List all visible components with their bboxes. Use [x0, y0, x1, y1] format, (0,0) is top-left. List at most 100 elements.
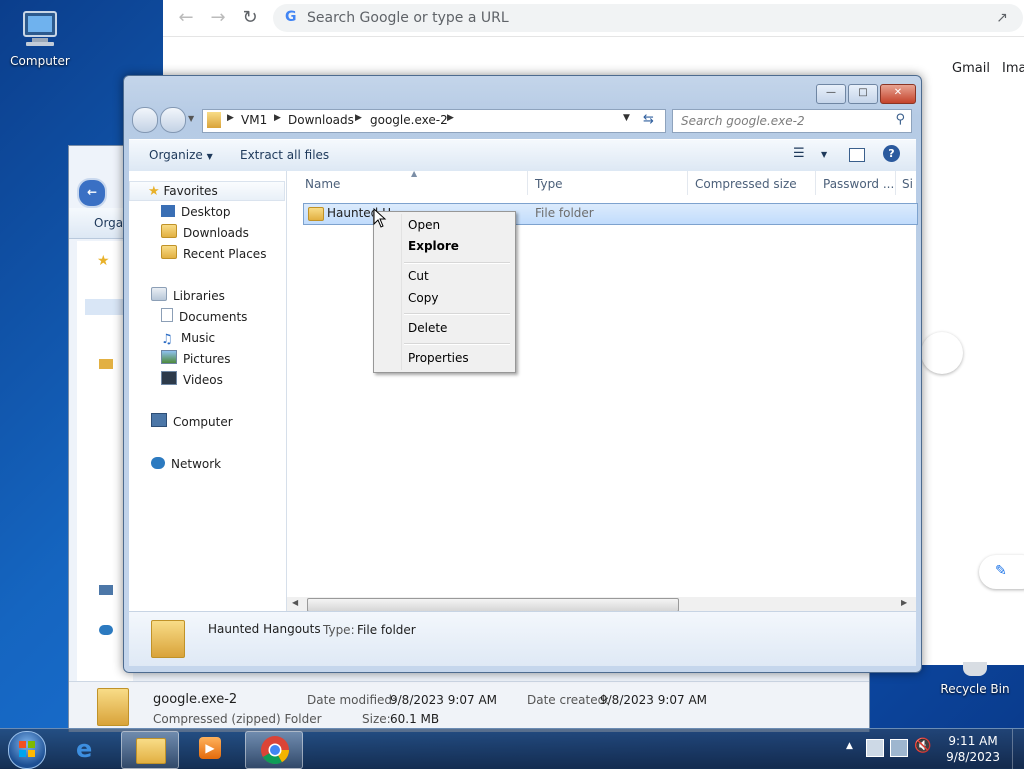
extract-all-button[interactable]: Extract all files — [240, 148, 329, 162]
column-divider[interactable] — [527, 171, 528, 195]
omnibox-placeholder: Search Google or type a URL — [307, 10, 509, 26]
nav-pictures[interactable]: Pictures — [161, 350, 231, 368]
desktop-computer-icon[interactable]: Computer — [0, 10, 80, 68]
action-center-icon[interactable] — [866, 739, 884, 757]
taskbar-media-player[interactable]: ▶ — [183, 731, 239, 767]
folder-icon — [107, 301, 119, 313]
taskbar-windows-explorer[interactable] — [121, 731, 179, 769]
nav-libraries[interactable]: Libraries — [151, 287, 225, 305]
nav-music[interactable]: ♫ Music — [161, 329, 215, 347]
network-icon — [99, 625, 113, 635]
back-arrow-icon[interactable]: ← — [77, 178, 107, 208]
start-button[interactable] — [8, 731, 46, 769]
videos-icon — [161, 371, 177, 385]
preview-pane-icon[interactable] — [849, 148, 865, 162]
back-button[interactable] — [132, 107, 158, 133]
nav-favorites[interactable]: ★ Favorites — [129, 181, 285, 201]
nav-documents-label: Documents — [179, 310, 248, 324]
help-icon[interactable]: ? — [883, 145, 900, 162]
recent-pages-icon[interactable]: ▼ — [188, 114, 194, 123]
scroll-right-icon[interactable]: ▶ — [901, 598, 907, 607]
libraries-icon — [99, 359, 113, 369]
menu-item-delete[interactable]: Delete — [408, 321, 447, 335]
nav-videos[interactable]: Videos — [161, 371, 223, 389]
clock-date: 9/8/2023 — [946, 750, 1000, 764]
menu-item-cut[interactable]: Cut — [408, 269, 429, 283]
created-value: 9/8/2023 9:07 AM — [600, 693, 708, 707]
nav-videos-label: Videos — [183, 373, 223, 387]
network-status-icon[interactable] — [890, 739, 908, 757]
nav-recent-places[interactable]: Recent Places — [161, 245, 266, 263]
modified-label: Date modified: — [307, 693, 397, 707]
background-organize-button[interactable]: Orga — [94, 216, 123, 230]
address-dropdown-icon[interactable]: ▼ — [623, 113, 630, 123]
images-link[interactable]: Ima — [1002, 61, 1024, 76]
omnibox[interactable]: G Search Google or type a URL — [273, 4, 1023, 32]
shortcut-tile[interactable] — [921, 332, 963, 374]
search-box[interactable]: Search google.exe-2 ⚲ — [672, 109, 912, 133]
organize-button[interactable]: Organize ▼ — [149, 148, 213, 162]
menu-item-properties[interactable]: Properties — [408, 351, 469, 365]
volume-muted-icon[interactable]: 🔇 — [914, 738, 931, 754]
forward-arrow-icon[interactable]: → — [207, 7, 229, 29]
close-button[interactable]: ✕ — [880, 84, 916, 104]
system-clock[interactable]: 9:11 AM 9/8/2023 — [946, 733, 1000, 765]
navigation-pane: ★ Favorites Desktop Downloads Recent Pla… — [129, 171, 287, 611]
nav-recent-label: Recent Places — [183, 247, 267, 261]
change-view-icon[interactable]: ☰ — [793, 146, 805, 161]
back-arrow-icon[interactable]: ← — [175, 7, 197, 29]
column-divider[interactable] — [895, 171, 896, 195]
forward-button[interactable] — [160, 107, 186, 133]
gmail-link[interactable]: Gmail — [952, 61, 990, 76]
refresh-icon[interactable]: ⇆ — [643, 112, 654, 127]
column-name[interactable]: Name — [305, 177, 340, 191]
chrome-toolbar: ← → ↻ G Search Google or type a URL ↗ — [163, 0, 1024, 37]
share-icon[interactable]: ↗ — [991, 7, 1013, 29]
scroll-left-icon[interactable]: ◀ — [292, 598, 298, 607]
folder-icon — [308, 207, 324, 221]
music-icon: ♫ — [161, 332, 173, 347]
column-compressed-size[interactable]: Compressed size — [695, 177, 797, 191]
horizontal-scrollbar[interactable]: ◀ ▶ — [287, 597, 916, 612]
scrollbar-thumb[interactable] — [307, 598, 679, 612]
menu-separator — [404, 343, 510, 345]
menu-item-copy[interactable]: Copy — [408, 291, 438, 305]
clock-time: 9:11 AM — [948, 734, 998, 748]
star-icon: ★ — [97, 253, 110, 269]
row-type: File folder — [535, 206, 594, 220]
column-password[interactable]: Password ... — [823, 177, 894, 191]
column-size[interactable]: Si — [902, 177, 913, 191]
column-divider[interactable] — [687, 171, 688, 195]
nav-computer[interactable]: Computer — [151, 413, 233, 431]
customize-chrome-button[interactable]: ✎ — [979, 555, 1024, 589]
menu-item-open[interactable]: Open — [408, 218, 440, 232]
breadcrumb-chevron-icon: ▶ — [274, 113, 281, 123]
nav-network[interactable]: Network — [151, 455, 221, 473]
recycle-bin-label: Recycle Bin — [940, 682, 1010, 696]
zip-file-name: google.exe-2 — [153, 692, 238, 707]
menu-item-explore[interactable]: Explore — [408, 239, 459, 253]
nav-downloads[interactable]: Downloads — [161, 224, 249, 242]
search-icon[interactable]: ⚲ — [895, 112, 905, 127]
maximize-button[interactable]: □ — [848, 84, 878, 104]
mouse-cursor-icon — [373, 207, 387, 231]
taskbar-chrome[interactable] — [245, 731, 303, 769]
address-bar[interactable]: ▶ VM1 ▶ Downloads ▶ google.exe-2 ▶ ▼ ⇆ — [202, 109, 666, 133]
details-pane: Haunted Hangouts Type: File folder — [129, 611, 916, 666]
desktop-recycle-bin[interactable]: Recycle Bin — [935, 662, 1015, 696]
explorer-window: — □ ✕ ▼ ▶ VM1 ▶ Downloads ▶ google.exe-2… — [123, 75, 922, 673]
breadcrumb-vm1[interactable]: VM1 — [241, 113, 267, 127]
column-divider[interactable] — [815, 171, 816, 195]
show-desktop-button[interactable] — [1012, 729, 1024, 769]
context-menu: Open Explore Cut Copy Delete Properties — [373, 211, 516, 373]
view-dropdown-icon[interactable]: ▼ — [821, 150, 827, 159]
breadcrumb-downloads[interactable]: Downloads — [288, 113, 354, 127]
column-type[interactable]: Type — [535, 177, 563, 191]
show-hidden-icons-icon[interactable]: ▲ — [846, 741, 853, 751]
minimize-button[interactable]: — — [816, 84, 846, 104]
breadcrumb-google-exe-2[interactable]: google.exe-2 — [370, 113, 448, 127]
nav-desktop[interactable]: Desktop — [161, 203, 231, 221]
reload-icon[interactable]: ↻ — [239, 7, 261, 29]
taskbar-internet-explorer[interactable]: e — [62, 731, 118, 767]
nav-documents[interactable]: Documents — [161, 308, 247, 326]
